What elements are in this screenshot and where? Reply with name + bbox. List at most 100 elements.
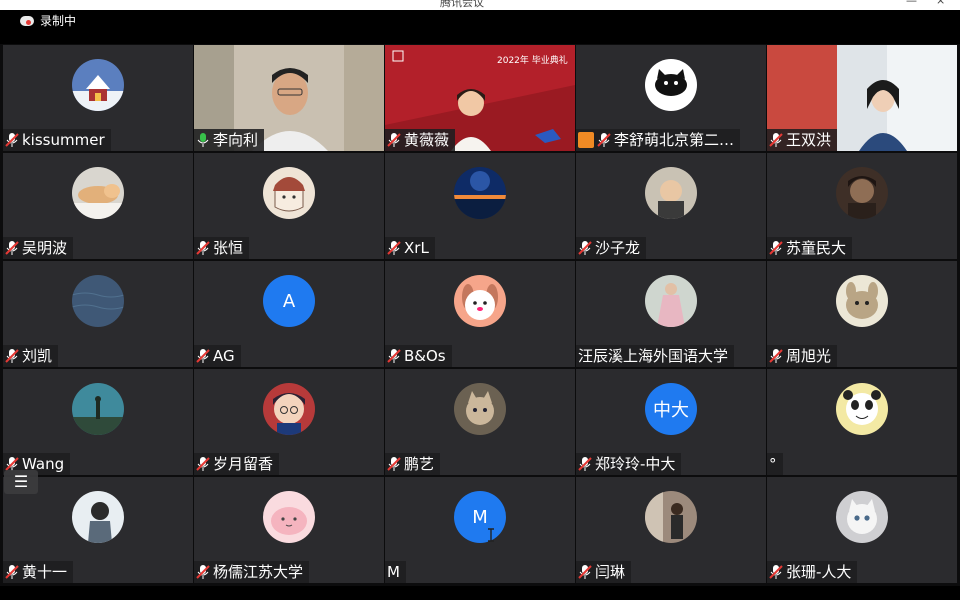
mic-muted-icon — [769, 565, 783, 579]
avatar — [72, 59, 124, 111]
avatar: M — [454, 491, 506, 543]
participant-name-tag: 闫琳 — [576, 561, 632, 583]
avatar: A — [263, 275, 315, 327]
participant-name: 李向利 — [213, 131, 259, 149]
text-cursor-icon — [488, 528, 494, 542]
avatar — [836, 275, 888, 327]
svg-text:2022年 毕业典礼: 2022年 毕业典礼 — [497, 54, 568, 66]
mic-muted-icon — [196, 565, 210, 579]
participant-name: 闫琳 — [595, 563, 626, 581]
participant-tile[interactable]: 2022年 毕业典礼黄薇薇 — [385, 45, 575, 151]
mic-muted-icon — [5, 565, 19, 579]
participant-name: 周旭光 — [786, 347, 832, 365]
avatar — [645, 275, 697, 327]
mic-muted-icon — [769, 241, 783, 255]
participant-name-tag: 李向利 — [194, 129, 265, 151]
avatar — [454, 383, 506, 435]
participant-name: 岁月留香 — [213, 455, 274, 473]
participant-name: 张恒 — [213, 239, 244, 257]
avatar: 中大 — [645, 383, 697, 435]
participant-tile[interactable]: 中大郑玲玲-中大 — [576, 369, 766, 475]
participant-name: 王双洪 — [786, 131, 832, 149]
participant-tile[interactable]: 吴明波 — [3, 153, 193, 259]
participant-tile[interactable]: 刘凯 — [3, 261, 193, 367]
mic-muted-icon — [578, 565, 592, 579]
mic-muted-icon — [769, 349, 783, 363]
avatar — [72, 491, 124, 543]
participant-tile[interactable]: 岁月留香 — [194, 369, 384, 475]
participant-tile[interactable]: 周旭光 — [767, 261, 957, 367]
participant-name-tag: 刘凯 — [3, 345, 59, 367]
avatar — [263, 383, 315, 435]
participant-name-tag: 黄薇薇 — [385, 129, 456, 151]
title-bar: 腾讯会议 — × — [0, 0, 960, 10]
participant-name: B&Os — [404, 347, 446, 365]
avatar — [645, 167, 697, 219]
participant-name-tag: 岁月留香 — [194, 453, 280, 475]
mic-muted-icon — [387, 133, 401, 147]
participant-name: kissummer — [22, 131, 105, 149]
participant-name: 黄十一 — [22, 563, 68, 581]
participant-tile[interactable]: XrL — [385, 153, 575, 259]
participant-name: 吴明波 — [22, 239, 68, 257]
avatar — [836, 491, 888, 543]
participant-name: AG — [213, 347, 235, 365]
avatar — [645, 491, 697, 543]
mic-muted-icon — [578, 457, 592, 471]
participant-tile[interactable]: 沙子龙 — [576, 153, 766, 259]
participant-tile[interactable]: 苏童民大 — [767, 153, 957, 259]
participant-tile[interactable]: A AG — [194, 261, 384, 367]
participant-name-tag: 王双洪 — [767, 129, 838, 151]
mic-muted-icon — [5, 349, 19, 363]
participant-tile[interactable]: 张珊-人大 — [767, 477, 957, 583]
participant-name-tag: 黄十一 — [3, 561, 74, 583]
participant-tile[interactable]: 李向利 — [194, 45, 384, 151]
participant-grid: kissummer 李向利 2022年 毕业典礼 黄薇薇 李舒萌北京第二… 王双洪 吴明波张… — [3, 45, 958, 585]
participant-name-tag: 周旭光 — [767, 345, 838, 367]
avatar — [836, 383, 888, 435]
avatar — [72, 383, 124, 435]
mic-muted-icon — [5, 133, 19, 147]
participant-tile[interactable]: kissummer — [3, 45, 193, 151]
participant-tile[interactable]: 李舒萌北京第二… — [576, 45, 766, 151]
participant-name-tag: 郑玲玲-中大 — [576, 453, 682, 475]
participant-name-tag: B&Os — [385, 345, 452, 367]
mic-muted-icon — [387, 457, 401, 471]
participant-name-tag: 张珊-人大 — [767, 561, 858, 583]
mic-muted-icon — [196, 241, 210, 255]
participant-name: 杨儒江苏大学 — [213, 563, 304, 581]
participant-name-tag: 张恒 — [194, 237, 250, 259]
avatar — [263, 167, 315, 219]
participant-name-tag: 吴明波 — [3, 237, 74, 259]
participant-name: M — [387, 563, 400, 581]
participant-tile[interactable]: 杨儒江苏大学 — [194, 477, 384, 583]
participant-tile[interactable]: 张恒 — [194, 153, 384, 259]
participant-tile[interactable]: 王双洪 — [767, 45, 957, 151]
participant-name: XrL — [404, 239, 429, 257]
mic-muted-icon — [769, 133, 783, 147]
participant-tile[interactable]: ° — [767, 369, 957, 475]
avatar — [72, 167, 124, 219]
participant-tile[interactable]: 汪辰溪上海外国语大学 — [576, 261, 766, 367]
participant-name: 李舒萌北京第二… — [614, 131, 735, 149]
participant-list-button[interactable]: ☰ — [4, 470, 38, 494]
participant-tile[interactable]: 鹏艺 — [385, 369, 575, 475]
participant-name: ° — [769, 455, 777, 473]
avatar — [72, 275, 124, 327]
participant-name-tag: 杨儒江苏大学 — [194, 561, 310, 583]
mic-muted-icon — [387, 241, 401, 255]
participant-tile[interactable]: B&Os — [385, 261, 575, 367]
participant-name: 鹏艺 — [404, 455, 435, 473]
participant-name: 刘凯 — [22, 347, 53, 365]
participant-name-tag: 沙子龙 — [576, 237, 647, 259]
participant-tile[interactable]: MM — [385, 477, 575, 583]
minimize-button[interactable]: — — [906, 0, 917, 7]
participant-name: 汪辰溪上海外国语大学 — [578, 347, 729, 365]
participant-tile[interactable]: 闫琳 — [576, 477, 766, 583]
participant-name-tag: kissummer — [3, 129, 111, 151]
participant-name-tag: 苏童民大 — [767, 237, 853, 259]
close-button[interactable]: × — [936, 0, 945, 7]
participant-name: 黄薇薇 — [404, 131, 450, 149]
participant-tile[interactable]: Wang — [3, 369, 193, 475]
participant-name-tag: M — [385, 561, 406, 583]
